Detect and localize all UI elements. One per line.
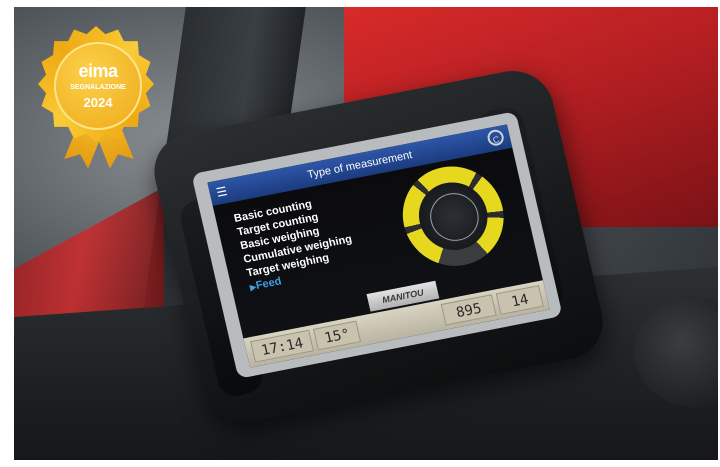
eima-logo: eima xyxy=(78,61,118,81)
award-badge: eima SEGNALAZIONE 2024 xyxy=(38,26,156,171)
badge-medallion: eima SEGNALAZIONE 2024 xyxy=(54,42,142,130)
settings-icon[interactable]: C xyxy=(485,128,506,148)
badge-year: 2024 xyxy=(83,95,113,110)
measurement-menu: Basic counting Target counting Basic wei… xyxy=(233,184,399,295)
display-device: ☰ Type of measurement C Basic counting T… xyxy=(146,47,611,447)
machine-gauge xyxy=(392,157,514,275)
badge-label: SEGNALAZIONE xyxy=(70,84,126,91)
reading-a-display: 895 xyxy=(440,294,497,326)
hamburger-menu-icon[interactable]: ☰ xyxy=(215,184,229,200)
reading-b-display: 14 xyxy=(495,285,544,315)
temperature-display: 15° xyxy=(312,320,362,351)
